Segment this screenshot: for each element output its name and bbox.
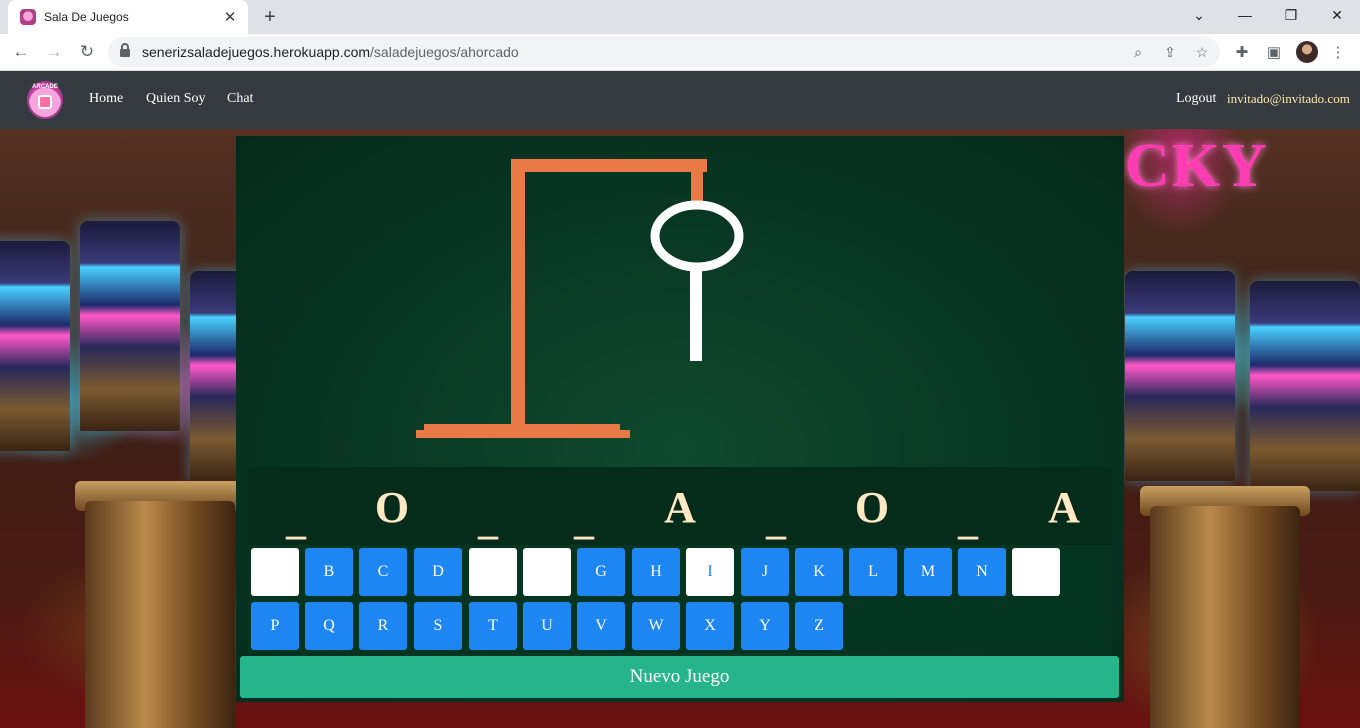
browser-tabstrip: Sala De Juegos ✕ + ⌄ — ❐ ✕	[0, 0, 1360, 34]
forward-icon[interactable]: →	[40, 38, 68, 66]
url-text: senerizsaladejuegos.herokuapp.com/salade…	[142, 44, 519, 60]
key-i[interactable]: I	[686, 548, 734, 596]
key-w[interactable]: W	[632, 602, 680, 650]
page: CKY ARCADE Home Quien Soy Chat Logout in…	[0, 71, 1360, 728]
back-icon[interactable]: ←	[7, 38, 35, 66]
key-y[interactable]: Y	[741, 602, 789, 650]
app-navbar: ARCADE Home Quien Soy Chat Logout invita…	[0, 71, 1360, 129]
tab-title: Sala De Juegos	[44, 10, 129, 24]
background-neon-sign: CKY	[1125, 132, 1269, 200]
word-slot: _	[478, 498, 498, 543]
key-q[interactable]: Q	[305, 602, 353, 650]
bookmark-star-icon[interactable]: ☆	[1192, 42, 1212, 62]
extensions-icon[interactable]: ✚	[1230, 40, 1254, 64]
key-k[interactable]: K	[795, 548, 843, 596]
share-icon[interactable]: ⇪	[1160, 42, 1180, 62]
favicon-icon	[20, 9, 36, 25]
key-p[interactable]: P	[251, 602, 299, 650]
key-t[interactable]: T	[469, 602, 517, 650]
key-e[interactable]	[469, 548, 517, 596]
hangman-panel: _ O _ _ A _ O _ A B C D G H I J K L M N	[236, 136, 1124, 702]
window-close-icon[interactable]: ✕	[1314, 0, 1360, 30]
user-email: invitado@invitado.com	[1227, 91, 1350, 106]
word-slot: A	[1048, 483, 1080, 532]
key-j[interactable]: J	[741, 548, 789, 596]
key-o[interactable]	[1012, 548, 1060, 596]
rope-line	[690, 266, 702, 361]
side-panel-icon[interactable]: ▣	[1262, 40, 1286, 64]
word-slot: _	[958, 498, 978, 543]
address-bar[interactable]: senerizsaladejuegos.herokuapp.com/salade…	[108, 37, 1220, 67]
logout-link[interactable]: Logout	[1176, 91, 1216, 107]
slot-machine-image	[0, 241, 70, 451]
gallows-post	[511, 159, 525, 427]
new-tab-icon[interactable]: +	[258, 5, 282, 29]
key-h[interactable]: H	[632, 548, 680, 596]
key-m[interactable]: M	[904, 548, 952, 596]
zoom-icon[interactable]: ⌕	[1128, 42, 1148, 62]
nav-link-quien-soy[interactable]: Quien Soy	[146, 91, 206, 107]
slot-machine-image	[1250, 281, 1360, 491]
word-slot: O	[854, 483, 890, 532]
podium-image	[1150, 506, 1300, 728]
key-b[interactable]: B	[305, 548, 353, 596]
word-slot: A	[664, 483, 696, 532]
key-l[interactable]: L	[849, 548, 897, 596]
key-n[interactable]: N	[958, 548, 1006, 596]
word-slot: O	[374, 483, 410, 532]
key-z[interactable]: Z	[795, 602, 843, 650]
gallows-base	[416, 430, 630, 438]
key-g[interactable]: G	[577, 548, 625, 596]
key-r[interactable]: R	[359, 602, 407, 650]
podium-image	[85, 501, 235, 728]
menu-kebab-icon[interactable]: ⋮	[1326, 40, 1350, 64]
key-u[interactable]: U	[523, 602, 571, 650]
key-a[interactable]	[251, 548, 299, 596]
key-f[interactable]	[523, 548, 571, 596]
tab-search-icon[interactable]: ⌄	[1176, 0, 1222, 30]
hidden-word: _ O _ _ A _ O _ A	[248, 467, 1112, 545]
gallows-beam	[511, 159, 707, 172]
letter-keyboard: B C D G H I J K L M N P Q R S T U V W X …	[248, 545, 1112, 653]
minimize-icon[interactable]: —	[1222, 0, 1268, 30]
slot-machine-image	[80, 221, 180, 431]
key-s[interactable]: S	[414, 602, 462, 650]
arcade-icon	[38, 95, 52, 109]
new-game-button[interactable]: Nuevo Juego	[240, 656, 1119, 698]
key-d[interactable]: D	[414, 548, 462, 596]
browser-tab[interactable]: Sala De Juegos ✕	[8, 0, 248, 34]
restore-icon[interactable]: ❐	[1268, 0, 1314, 30]
key-c[interactable]: C	[359, 548, 407, 596]
nav-link-chat[interactable]: Chat	[227, 91, 253, 107]
gallows-drawing	[416, 159, 744, 438]
word-slot: _	[766, 498, 786, 543]
browser-toolbar: ← → ↻ senerizsaladejuegos.herokuapp.com/…	[0, 34, 1360, 71]
key-v[interactable]: V	[577, 602, 625, 650]
word-slot: _	[286, 498, 306, 543]
lock-icon[interactable]	[120, 43, 130, 58]
rope-noose	[650, 200, 744, 272]
word-slot: _	[574, 498, 594, 543]
reload-icon[interactable]: ↻	[73, 38, 101, 66]
profile-avatar[interactable]	[1296, 41, 1318, 63]
gallows-hook	[691, 159, 703, 201]
slot-machine-image	[1125, 271, 1235, 481]
close-tab-icon[interactable]: ✕	[220, 7, 240, 27]
key-x[interactable]: X	[686, 602, 734, 650]
nav-link-home[interactable]: Home	[89, 91, 123, 107]
arcade-logo[interactable]: ARCADE	[27, 81, 63, 119]
